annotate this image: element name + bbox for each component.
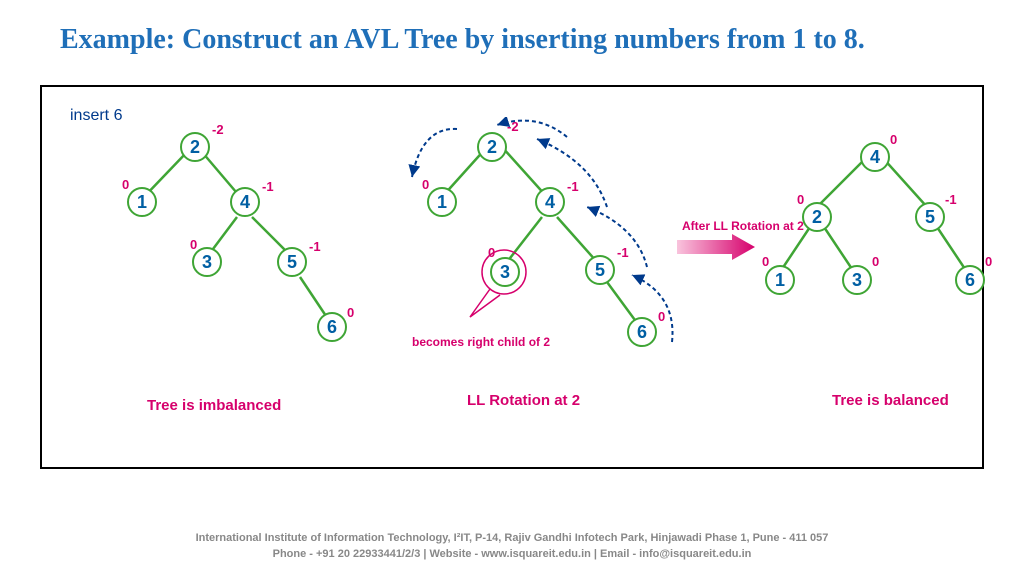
t2-bf-6: 0: [658, 309, 665, 324]
t3-node-3: 3: [842, 265, 872, 295]
t1-node-2: 2: [180, 132, 210, 162]
t1-bf-3: 0: [190, 237, 197, 252]
footer: International Institute of Information T…: [0, 531, 1024, 562]
t1-node-4: 4: [230, 187, 260, 217]
t1-bf-1: 0: [122, 177, 129, 192]
t3-node-2: 2: [802, 202, 832, 232]
t2-node-5: 5: [585, 255, 615, 285]
footer-line2: Phone - +91 20 22933441/2/3 | Website - …: [0, 547, 1024, 562]
t3-node-6: 6: [955, 265, 985, 295]
t3-caption: Tree is balanced: [832, 392, 949, 409]
arrow-icon: [677, 232, 757, 262]
t3-node-5: 5: [915, 202, 945, 232]
t3-bf-1: 0: [762, 254, 769, 269]
t2-annotation: becomes right child of 2: [412, 335, 550, 349]
t2-node-2: 2: [477, 132, 507, 162]
t2-caption: LL Rotation at 2: [467, 392, 580, 409]
t2-node-6: 6: [627, 317, 657, 347]
t3-bf-5: -1: [945, 192, 957, 207]
t3-bf-4: 0: [890, 132, 897, 147]
t1-node-5: 5: [277, 247, 307, 277]
t1-bf-6: 0: [347, 305, 354, 320]
t3-bf-2: 0: [797, 192, 804, 207]
t2-bf-3: 0: [488, 245, 495, 260]
t3-node-1: 1: [765, 265, 795, 295]
footer-line1: International Institute of Information T…: [0, 531, 1024, 546]
t3-bf-6: 0: [985, 254, 992, 269]
slide-title: Example: Construct an AVL Tree by insert…: [0, 0, 1024, 67]
t2-bf-5: -1: [617, 245, 629, 260]
t2-bf-4: -1: [567, 179, 579, 194]
rotation-label: After LL Rotation at 2: [682, 219, 804, 233]
t1-node-6: 6: [317, 312, 347, 342]
t1-node-1: 1: [127, 187, 157, 217]
t2-node-4: 4: [535, 187, 565, 217]
t2-node-1: 1: [427, 187, 457, 217]
t1-bf-2: -2: [212, 122, 224, 137]
t2-bf-1: 0: [422, 177, 429, 192]
insert-label: insert 6: [70, 107, 122, 125]
t1-bf-5: -1: [309, 239, 321, 254]
t2-node-3: 3: [490, 257, 520, 287]
t3-bf-3: 0: [872, 254, 879, 269]
t1-caption: Tree is imbalanced: [147, 397, 281, 414]
t1-bf-4: -1: [262, 179, 274, 194]
t3-node-4: 4: [860, 142, 890, 172]
diagram-container: insert 6 2 -2 1 0 4 -1 3 0 5 -1 6 0 Tree…: [40, 85, 984, 469]
t2-bf-2: -2: [507, 119, 519, 134]
